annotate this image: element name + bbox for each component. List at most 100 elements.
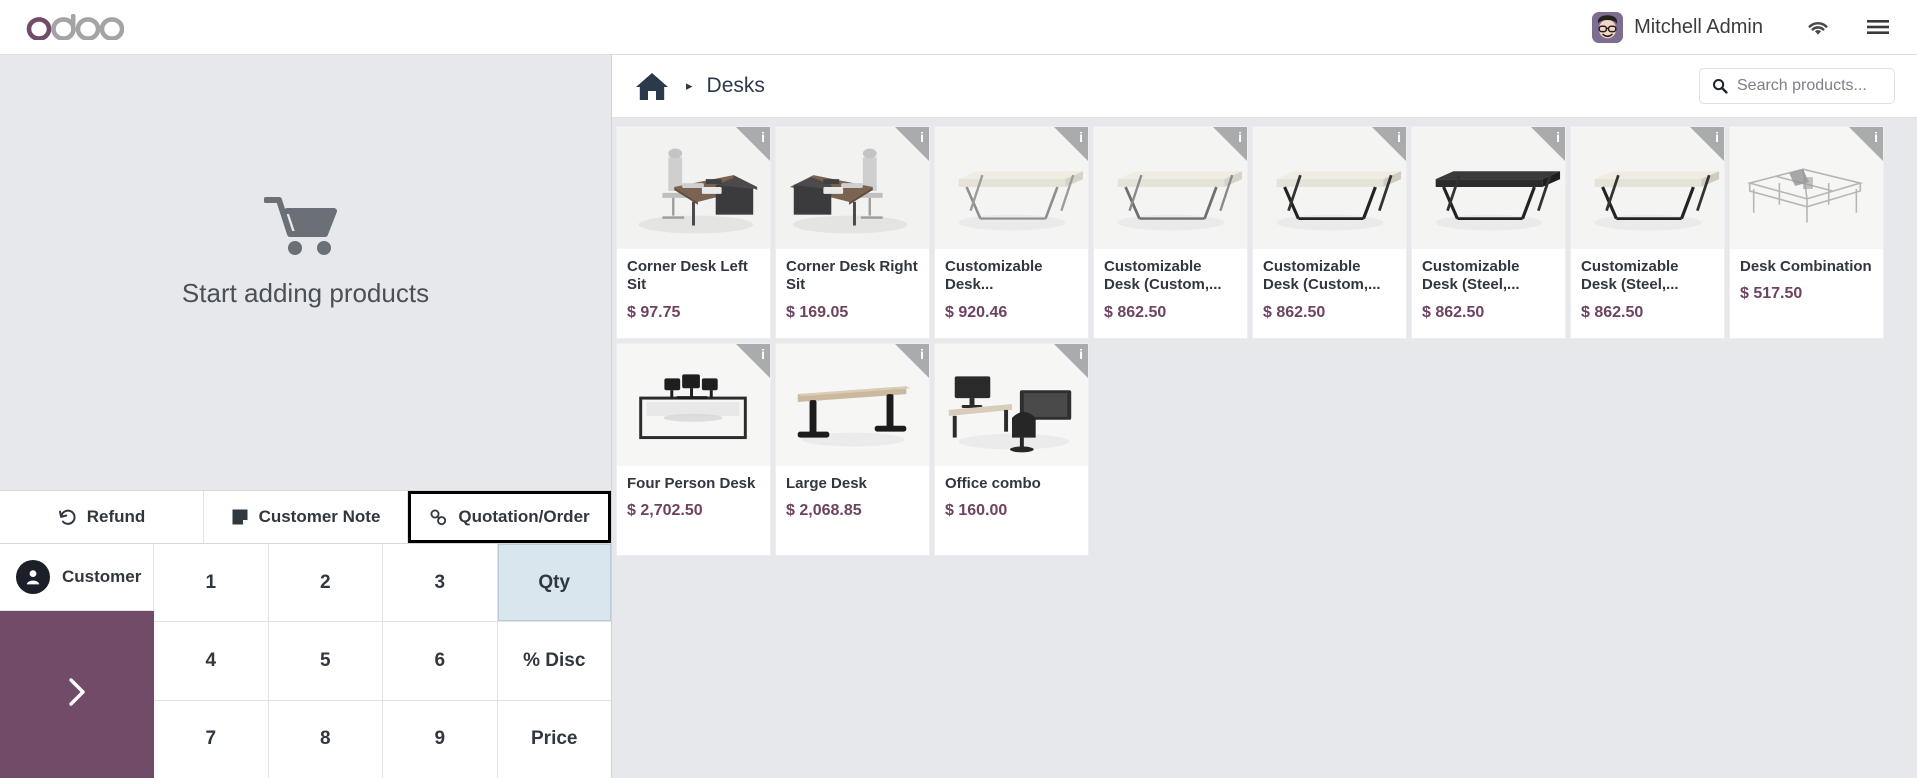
product-name: Corner Desk Left Sit <box>627 258 748 294</box>
numpad-key-1[interactable]: 1 <box>154 544 268 622</box>
product-info-badge[interactable]: i <box>1054 344 1088 378</box>
product-card-body: Corner Desk Right Sit $ 169.05 <box>776 249 929 338</box>
product-price: $ 169.05 <box>786 303 849 321</box>
product-info-badge[interactable]: i <box>736 127 770 161</box>
product-card[interactable]: i Office combo $ 160.00 <box>934 343 1089 556</box>
product-price: $ 920.46 <box>945 303 1008 321</box>
chain-link-icon <box>429 508 448 527</box>
product-price: $ 160.00 <box>945 502 1008 520</box>
breadcrumb-category: Desks <box>706 74 765 97</box>
info-badge-label: i <box>1715 129 1719 145</box>
numpad-key-4[interactable]: 4 <box>154 622 268 700</box>
top-navbar: Mitchell Admin <box>0 0 1917 55</box>
numpad-mode-qty[interactable]: Qty <box>497 544 611 622</box>
product-card-body: Customizable Desk (Custom,... $ 862.50 <box>1253 249 1406 338</box>
numpad-key-7[interactable]: 7 <box>154 700 268 778</box>
product-card[interactable]: i Customizable Desk (Steel,... $ 862.50 <box>1570 126 1725 339</box>
product-price: $ 862.50 <box>1263 303 1326 321</box>
product-header: ▸ Desks Search products... <box>612 55 1917 118</box>
info-badge-label: i <box>920 346 924 362</box>
product-card[interactable]: i Corner Desk Right Sit $ 169.05 <box>775 126 930 339</box>
username-label: Mitchell Admin <box>1634 15 1763 38</box>
numpad-key-3[interactable]: 3 <box>383 544 497 622</box>
product-name: Large Desk <box>786 475 867 492</box>
product-card[interactable]: i Customizable Desk (Steel,... $ 862.50 <box>1411 126 1566 339</box>
numpad: 1 2 3 Qty 4 5 6 % Disc 7 8 9 Price <box>154 544 611 778</box>
avatar[interactable] <box>1592 11 1624 43</box>
numpad-key-9[interactable]: 9 <box>383 700 497 778</box>
info-badge-label: i <box>761 346 765 362</box>
pos-body: Start adding products Refund Customer No… <box>0 55 1917 778</box>
search-icon <box>1712 78 1728 94</box>
numpad-zone: Customer 1 2 3 Qty 4 5 6 % Disc 7 8 9 Pr… <box>0 544 611 778</box>
info-badge-label: i <box>1556 129 1560 145</box>
product-name: Customizable Desk (Steel,... <box>1422 258 1520 294</box>
product-card-body: Corner Desk Left Sit $ 97.75 <box>617 249 770 338</box>
product-card-body: Office combo $ 160.00 <box>935 466 1088 555</box>
info-badge-label: i <box>1079 129 1083 145</box>
empty-order-placeholder: Start adding products <box>0 55 611 490</box>
numpad-mode-discount[interactable]: % Disc <box>497 622 611 700</box>
home-icon[interactable] <box>634 71 670 102</box>
numpad-mode-price[interactable]: Price <box>497 700 611 778</box>
product-price: $ 517.50 <box>1740 285 1803 303</box>
refund-button[interactable]: Refund <box>0 491 204 543</box>
numpad-key-2[interactable]: 2 <box>268 544 382 622</box>
info-badge-label: i <box>1238 129 1242 145</box>
order-pane: Start adding products Refund Customer No… <box>0 55 612 778</box>
product-price: $ 862.50 <box>1422 303 1485 321</box>
product-pane: ▸ Desks Search products... i Corner Desk… <box>612 55 1917 778</box>
product-price: $ 2,702.50 <box>627 502 703 520</box>
product-price: $ 2,068.85 <box>786 502 862 520</box>
pos-app: Mitchell Admin Start adding products Ref… <box>0 0 1917 778</box>
product-card-body: Desk Combination $ 517.50 <box>1730 249 1883 338</box>
breadcrumb-separator: ▸ <box>686 78 693 93</box>
product-card[interactable]: i Four Person Desk $ 2,702.50 <box>616 343 771 556</box>
product-card-body: Large Desk $ 2,068.85 <box>776 466 929 555</box>
customer-button-label: Customer <box>62 567 142 586</box>
refund-button-label: Refund <box>86 507 146 526</box>
product-info-badge[interactable]: i <box>736 344 770 378</box>
customer-button[interactable]: Customer <box>0 544 154 611</box>
numpad-key-6[interactable]: 6 <box>383 622 497 700</box>
product-name: Office combo <box>945 475 1041 492</box>
numpad-key-8[interactable]: 8 <box>268 700 382 778</box>
hamburger-menu-icon[interactable] <box>1865 17 1891 37</box>
product-card-body: Customizable Desk (Steel,... $ 862.50 <box>1571 249 1724 338</box>
product-card[interactable]: i Corner Desk Left Sit $ 97.75 <box>616 126 771 339</box>
navbar-right-group: Mitchell Admin <box>1592 11 1895 43</box>
product-price: $ 97.75 <box>627 303 681 321</box>
product-info-badge[interactable]: i <box>1213 127 1247 161</box>
product-price: $ 862.50 <box>1581 303 1644 321</box>
product-card[interactable]: i Customizable Desk (Custom,... $ 862.50 <box>1093 126 1248 339</box>
customer-note-button[interactable]: Customer Note <box>204 491 408 543</box>
product-info-badge[interactable]: i <box>1531 127 1565 161</box>
product-card-body: Four Person Desk $ 2,702.50 <box>617 466 770 555</box>
note-icon <box>231 508 249 526</box>
product-info-badge[interactable]: i <box>1054 127 1088 161</box>
product-info-badge[interactable]: i <box>1849 127 1883 161</box>
order-action-bar: Refund Customer Note Quotation/Order <box>0 490 611 544</box>
odoo-logo[interactable] <box>26 14 124 40</box>
product-price: $ 862.50 <box>1104 303 1167 321</box>
product-info-badge[interactable]: i <box>895 344 929 378</box>
product-card[interactable]: i Customizable Desk (Custom,... $ 862.50 <box>1252 126 1407 339</box>
info-badge-label: i <box>761 129 765 145</box>
wifi-icon[interactable] <box>1805 17 1831 37</box>
product-card[interactable]: i Desk Combination $ 517.50 <box>1729 126 1884 339</box>
product-card-body: Customizable Desk... $ 920.46 <box>935 249 1088 338</box>
pay-button[interactable] <box>0 611 154 778</box>
product-card[interactable]: i Customizable Desk... $ 920.46 <box>934 126 1089 339</box>
shopping-cart-icon <box>262 195 348 264</box>
info-badge-label: i <box>1079 346 1083 362</box>
product-card-body: Customizable Desk (Custom,... $ 862.50 <box>1094 249 1247 338</box>
product-grid: i Corner Desk Left Sit $ 97.75 i Corner … <box>612 118 1917 778</box>
refund-undo-icon <box>58 508 77 527</box>
product-info-badge[interactable]: i <box>895 127 929 161</box>
product-card[interactable]: i Large Desk $ 2,068.85 <box>775 343 930 556</box>
product-info-badge[interactable]: i <box>1690 127 1724 161</box>
numpad-key-5[interactable]: 5 <box>268 622 382 700</box>
quotation-order-button[interactable]: Quotation/Order <box>408 491 611 543</box>
search-input[interactable]: Search products... <box>1699 68 1895 104</box>
product-info-badge[interactable]: i <box>1372 127 1406 161</box>
